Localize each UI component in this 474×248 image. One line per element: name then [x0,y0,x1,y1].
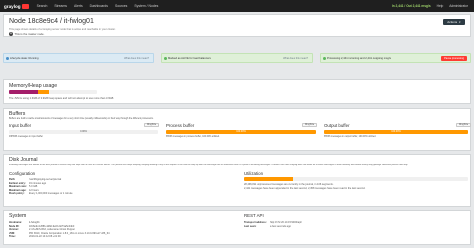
heap-committed-fill [38,90,49,94]
actions-label: Actions [447,20,458,24]
check-icon [323,56,326,60]
lifecycle-help-link[interactable]: What does this mean? [124,57,149,60]
page-title: Node 18c8e9c4 / it-fwlog01 [9,18,94,25]
load-balancer-alert: Marked as ALIVE for load balancers What … [161,53,313,63]
top-navigation: graylog Search Streams Alerts Dashboards… [0,0,474,12]
node-header-panel: Node 18c8e9c4 / it-fwlog01 This page sho… [3,14,471,37]
input-buffer-title: Input buffer [9,123,32,128]
system-title: System [9,213,27,219]
nav-link-alerts[interactable]: Alerts [74,4,83,8]
nav-right: In 2,441 / Out 2,441 msg/s Help Administ… [386,4,468,8]
nav-link-search[interactable]: Search [37,4,48,8]
journal-utilization-bar [244,177,468,181]
master-node-text: This is the master node. [14,32,45,36]
nav-link-sources[interactable]: Sources [115,4,127,8]
processing-alert: Processing 2,441 incoming and 2,441 outg… [320,53,471,63]
heap-used-fill [9,90,39,94]
input-buffer-percent: 0.00% [80,130,87,133]
system-value: 2019-01-22 14:12:08 +01:00 [29,235,61,238]
journal-config-title: Configuration [9,171,36,176]
input-buffer-metrics-button[interactable]: RingSize [144,123,160,128]
memory-legend: The JVM is using 1.3GB of 3.9GB heap spa… [9,96,114,100]
memory-title: Memory/Heap usage [9,83,58,89]
rest-api-title: REST API [244,213,264,218]
info-icon [6,56,9,60]
system-panel: System Hostname: it-fwlog01 Node ID: 18c8e… [3,210,471,245]
lifecycle-text: Lifecycle state: Running [10,56,39,60]
page-subtitle: This page shows details of a Graylog ser… [9,27,116,31]
processing-text: Processing 2,441 incoming and 2,441 outg… [327,56,391,60]
config-key: Flush policy: [9,192,25,195]
process-buffer-bar: 100.00% [166,130,316,134]
journal-utilization-title: Utilization [244,171,264,176]
actions-button[interactable]: Actions ▼ [443,19,465,25]
system-row: Time: 2019-01-22 14:12:08 +01:00 [9,235,61,238]
logo-mark-icon [21,3,29,9]
journal-utilization-fill [244,177,294,181]
buffers-panel: Buffers Buffers are built to cache small… [3,108,472,151]
user-menu[interactable]: Administrator [449,4,468,8]
config-value: Every 1,000,000 messages or 1 minute [29,192,73,195]
pause-processing-button[interactable]: Pause processing [441,55,467,61]
star-icon: ★ [9,32,13,36]
load-balancer-help-link[interactable]: What does this mean? [283,57,308,60]
input-buffer-bar: 0.00% [9,130,158,134]
journal-utilization-line: 2,441 messages have been appended in the… [244,186,366,190]
lifecycle-alert: Lifecycle state: Running What does this … [3,53,154,63]
load-balancer-text: Marked as ALIVE for load balancers [168,56,211,60]
output-buffer-metrics-button[interactable]: RingSize [456,123,472,128]
master-node-indicator: ★ This is the master node. [9,32,44,36]
nav-links: Search Streams Alerts Dashboards Sources… [37,4,166,8]
chevron-down-icon: ▼ [458,20,461,24]
throughput-indicator: In 2,441 / Out 2,441 msg/s [391,4,431,8]
nav-link-streams[interactable]: Streams [54,4,67,8]
output-buffer-footer: 65536 messages in output buffer, 100.00%… [324,136,377,138]
nav-link-dashboards[interactable]: Dashboards [90,4,108,8]
process-buffer-title: Process buffer [166,123,195,128]
rest-api-row: Last seen: a few seconds ago [244,225,291,228]
heap-usage-bar [9,90,97,94]
output-buffer-percent: 100.00% [391,130,401,133]
help-menu[interactable]: Help [437,4,444,8]
rest-value: a few seconds ago [270,224,291,228]
memory-panel: Memory/Heap usage The JVM is using 1.3GB… [3,79,471,104]
process-buffer-percent: 100.00% [236,130,246,133]
buffers-description: Buffers are built to cache small amounts… [9,118,154,120]
journal-title: Disk Journal [9,157,38,163]
graylog-logo[interactable]: graylog [4,3,29,9]
journal-config-row: Flush policy: Every 1,000,000 messages or… [9,192,73,195]
disk-journal-panel: Disk Journal Incoming messages are writt… [3,154,471,207]
buffers-title: Buffers [9,111,26,117]
output-buffer-title: Output buffer [324,123,350,128]
nav-link-system[interactable]: System / Nodes [134,4,158,8]
process-buffer-footer: 65536 messages in process buffer, 100.00… [166,136,220,138]
process-buffer-metrics-button[interactable]: RingSize [302,123,318,128]
system-key: Time: [9,235,16,238]
check-icon [164,56,167,60]
output-buffer-bar: 100.00% [324,130,468,134]
logo-text: graylog [4,3,21,9]
journal-description: Incoming messages are written to the dis… [9,163,408,166]
input-buffer-footer: 0/65536 messages in input buffer [9,136,43,138]
rest-key: Last seen: [244,224,257,228]
